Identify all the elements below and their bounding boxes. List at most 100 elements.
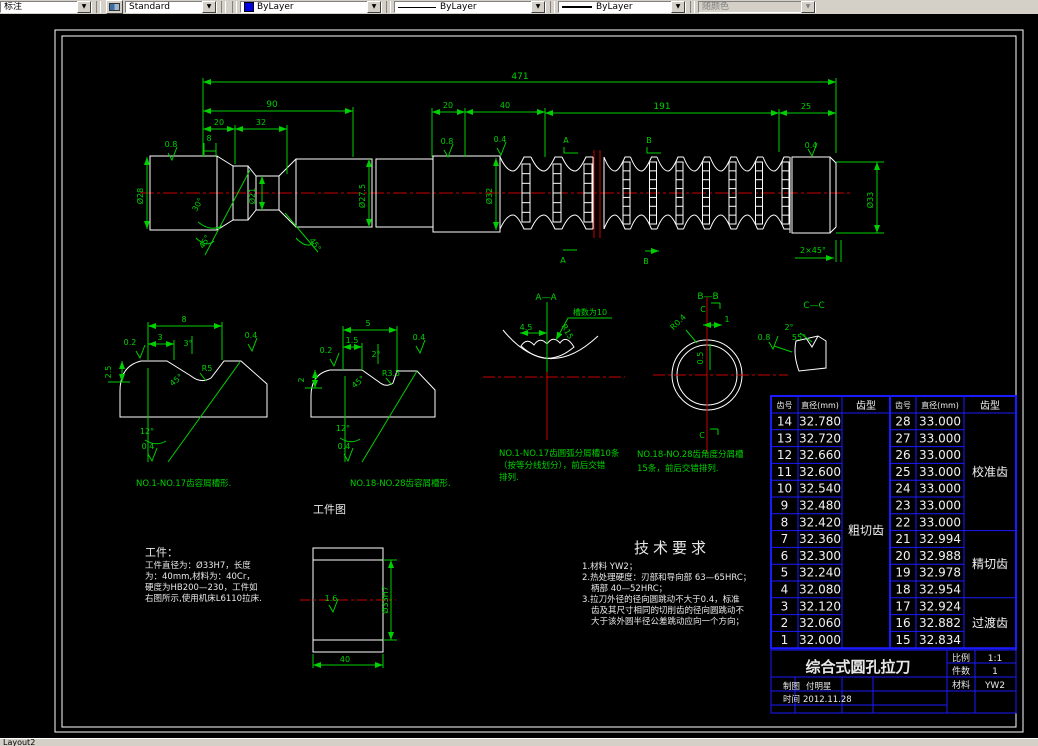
section-a-top: A — [563, 136, 569, 145]
d1-12: 12° — [140, 427, 154, 436]
d2-45: 45° — [350, 374, 367, 390]
section-a-bottom: A — [560, 256, 566, 265]
table-cell: 32.882 — [919, 616, 961, 630]
table-cell: 22 — [895, 515, 910, 529]
table-cell: 32.120 — [799, 599, 841, 613]
linetype-combo[interactable]: ByLayer ▼ — [394, 1, 546, 13]
cc-08: 0.8 — [758, 333, 771, 342]
dim-chamfer: 2×45° — [800, 246, 826, 255]
table-cell: 32.978 — [919, 566, 961, 580]
broach-main-view: 471 90 20 32 8 20 40 191 25 Ø28 Ø21 Ø27.… — [135, 72, 884, 266]
table-cell: 15 — [895, 633, 910, 647]
table-cell: 齿型 — [980, 399, 1000, 412]
dim-dia28: Ø28 — [135, 188, 145, 204]
drawing-sheet: 471 90 20 32 8 20 40 191 25 Ø28 Ø21 Ø27.… — [54, 29, 1024, 733]
chevron-down-icon[interactable]: ▼ — [77, 1, 91, 13]
table-cell: 11 — [777, 465, 792, 479]
workpiece-title: 工件： — [145, 546, 178, 559]
d1-3deg: 3° — [183, 339, 192, 348]
dim-40: 40 — [500, 101, 510, 110]
toolbar-separator — [232, 1, 237, 13]
bb-r04: R0.4 — [669, 313, 688, 332]
dim-8: 8 — [206, 134, 211, 143]
table-cell: 27 — [895, 431, 910, 445]
lineweight-combo[interactable]: ByLayer ▼ — [558, 1, 686, 13]
text-style-icon[interactable] — [106, 0, 123, 14]
table-cell: 32.924 — [919, 599, 961, 613]
toolbar-separator — [386, 1, 391, 13]
bb-1: 1 — [724, 315, 729, 324]
workpiece-line: 硬度为HB200—230，工件如 — [145, 582, 258, 593]
dim-191: 191 — [653, 102, 670, 112]
chevron-down-icon[interactable]: ▼ — [202, 1, 216, 13]
text-style-combo[interactable]: Standard ▼ — [125, 1, 217, 13]
toolbar-separator — [96, 1, 101, 13]
table-cell: 齿号 — [895, 401, 911, 410]
table-cell: 3 — [781, 599, 789, 613]
d1-02: 0.2 — [124, 338, 137, 347]
svg-text:Ø33: Ø33 — [865, 192, 875, 208]
date-label: 时间 — [783, 694, 800, 705]
toolbar-separator — [550, 1, 555, 13]
workpiece-line: 工件直径为：Ø33H7，长度 — [145, 560, 251, 571]
table-cell: 33.000 — [919, 431, 961, 445]
tech-req-line: 大于该外圆半径公差跳动应向一个方向； — [591, 616, 744, 627]
d1-8: 8 — [181, 315, 186, 324]
sf-08a: 0.8 — [165, 140, 178, 149]
table-cell: 过渡齿 — [972, 615, 1008, 630]
table-cell: 32.660 — [799, 448, 841, 462]
table-cell: 32.720 — [799, 431, 841, 445]
dim-30: 30° — [190, 196, 205, 213]
dim-style-value: 标注 — [4, 1, 23, 12]
table-cell: 32.240 — [799, 566, 841, 580]
technical-requirements: 技术要求 1.材料 YW2； 2.热处理硬度：刃部和导向部 63—65HRC； … — [582, 539, 751, 627]
table-cell: 6 — [781, 549, 789, 563]
chevron-down-icon[interactable]: ▼ — [531, 1, 545, 13]
bb-caption-2: 15条，前后交错排列. — [637, 463, 719, 474]
table-cell: 4 — [781, 583, 789, 597]
d2-r35: R3.5 — [382, 369, 400, 378]
color-combo[interactable]: ByLayer ▼ — [240, 1, 382, 13]
end-guide — [791, 156, 837, 234]
layout-tab[interactable]: Layout2 — [3, 739, 35, 746]
wp-40: 40 — [340, 655, 350, 664]
drawing-canvas[interactable]: 471 90 20 32 8 20 40 191 25 Ø28 Ø21 Ø27.… — [0, 14, 1038, 738]
table-cell: 17 — [895, 599, 910, 613]
table-cell: 14 — [777, 415, 792, 429]
tech-req-line: 齿及其尺寸相同的切削齿的径向圆跳动不 — [591, 605, 745, 616]
aa-r15: R15 — [559, 323, 575, 341]
section-aa-label: A—A — [535, 293, 557, 303]
table-cell: 直径(mm) — [801, 400, 839, 410]
table-cell: 精切齿 — [972, 557, 1008, 571]
table-cell: 21 — [895, 532, 910, 546]
section-cc-label: C—C — [803, 301, 825, 311]
d1-r5: R5 — [202, 364, 213, 373]
workpiece-figure-label: 工件图 — [313, 503, 346, 516]
layout-tab-bar[interactable]: Layout2 — [0, 738, 1038, 746]
color-swatch-icon — [244, 2, 254, 12]
table-cell: 32.994 — [919, 532, 961, 546]
tooth-slot-detail-1: 8 3 0.2 3° 0.4 2.5 R5 45° 12° 0.4 NO.1-N… — [104, 315, 268, 489]
table-cell: 校准齿 — [972, 464, 1008, 479]
text-style-value: Standard — [129, 1, 170, 12]
dim-style-combo[interactable]: 标注 ▼ — [0, 1, 92, 13]
table-cell: 7 — [781, 532, 789, 546]
d2-02: 0.2 — [320, 346, 333, 355]
drawn-by-label: 制图 — [783, 681, 800, 692]
drawn-by-value: 付明星 — [806, 681, 832, 692]
table-cell: 1 — [781, 633, 789, 647]
tech-req-line: 2.热处理硬度：刃部和导向部 63—65HRC； — [582, 572, 751, 583]
table-cell: 8 — [781, 515, 789, 529]
linetype-value: ByLayer — [440, 1, 477, 12]
table-cell: 19 — [895, 566, 910, 580]
table-cell: 32.480 — [799, 499, 841, 513]
workpiece-line: 右图所示,使用机床L6110拉床. — [145, 593, 262, 604]
d1-04a: 0.4 — [245, 331, 258, 340]
chevron-down-icon[interactable]: ▼ — [367, 1, 381, 13]
tech-req-title: 技术要求 — [634, 539, 710, 557]
plot-style-value: 随颜色 — [702, 1, 730, 12]
table-cell: 12 — [777, 448, 792, 462]
section-aa: A—A 槽数为10 4.5 R15 NO.1-NO.17齿圆弧分屑槽10条 （按… — [483, 293, 625, 483]
qty-value: 1 — [992, 667, 998, 677]
chevron-down-icon[interactable]: ▼ — [671, 1, 685, 13]
